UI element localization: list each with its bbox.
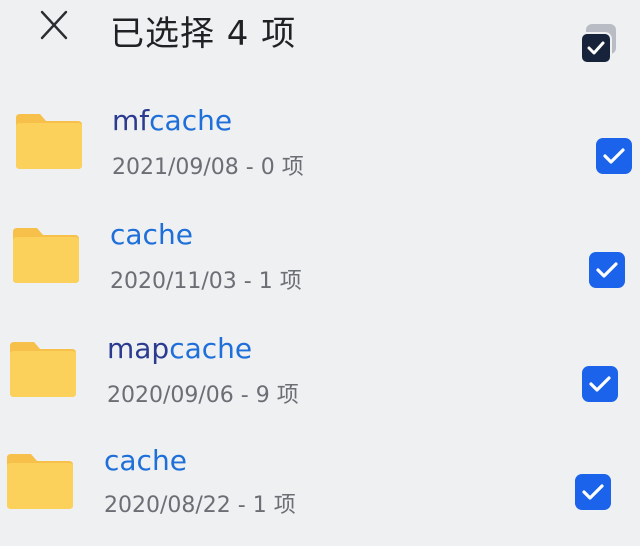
checkmark-icon: [603, 148, 625, 164]
file-meta: 2020/11/03 - 1 项: [110, 268, 302, 296]
folder-icon: [14, 112, 84, 170]
file-name: cache: [104, 444, 187, 478]
close-button[interactable]: [34, 6, 74, 46]
close-icon: [40, 10, 68, 40]
file-date: 2020/11/03: [110, 269, 237, 294]
item-checkbox[interactable]: [596, 138, 632, 174]
file-date: 2020/08/22: [104, 493, 231, 518]
file-meta: 2020/08/22 - 1 项: [104, 492, 296, 520]
file-name-match: cache: [169, 332, 253, 365]
file-name-prefix: map: [107, 332, 170, 365]
list-item[interactable]: cache 2020/11/03 - 1 项: [0, 210, 640, 314]
item-count: 1 项: [252, 493, 296, 518]
file-name-match: cache: [149, 104, 233, 137]
item-checkbox[interactable]: [582, 366, 618, 402]
item-count: 9 项: [255, 383, 299, 408]
select-all-checkbox-icon: [580, 32, 612, 64]
checkmark-icon: [596, 262, 618, 278]
select-all-checkbox[interactable]: [578, 24, 618, 66]
selection-header: 已选择 4 项: [0, 0, 640, 80]
file-name-match: cache: [104, 444, 187, 477]
file-name-match: cache: [110, 218, 193, 251]
file-name-prefix: mf: [112, 104, 150, 137]
list-item[interactable]: cache 2020/08/22 - 1 项: [0, 436, 640, 540]
meta-separator: -: [238, 155, 261, 180]
meta-separator: -: [236, 269, 259, 294]
checkmark-icon: [589, 376, 611, 392]
checkmark-icon: [582, 484, 604, 500]
folder-icon: [11, 226, 81, 284]
list-item[interactable]: mfcache 2021/09/08 - 0 项: [0, 96, 640, 200]
file-date: 2021/09/08: [112, 155, 239, 180]
item-count: 0 项: [260, 155, 304, 180]
file-name: mapcache: [107, 332, 252, 366]
item-checkbox[interactable]: [589, 252, 625, 288]
file-meta: 2020/09/06 - 9 项: [107, 382, 299, 410]
item-count: 1 项: [258, 269, 302, 294]
meta-separator: -: [233, 383, 256, 408]
item-checkbox[interactable]: [575, 474, 611, 510]
folder-icon: [8, 340, 78, 398]
file-meta: 2021/09/08 - 0 项: [112, 154, 304, 182]
folder-icon: [5, 452, 75, 510]
list-item[interactable]: mapcache 2020/09/06 - 9 项: [0, 324, 640, 428]
file-name: cache: [110, 218, 193, 252]
file-name: mfcache: [112, 104, 232, 138]
file-date: 2020/09/06: [107, 383, 234, 408]
meta-separator: -: [230, 493, 253, 518]
page-title: 已选择 4 项: [110, 14, 297, 54]
